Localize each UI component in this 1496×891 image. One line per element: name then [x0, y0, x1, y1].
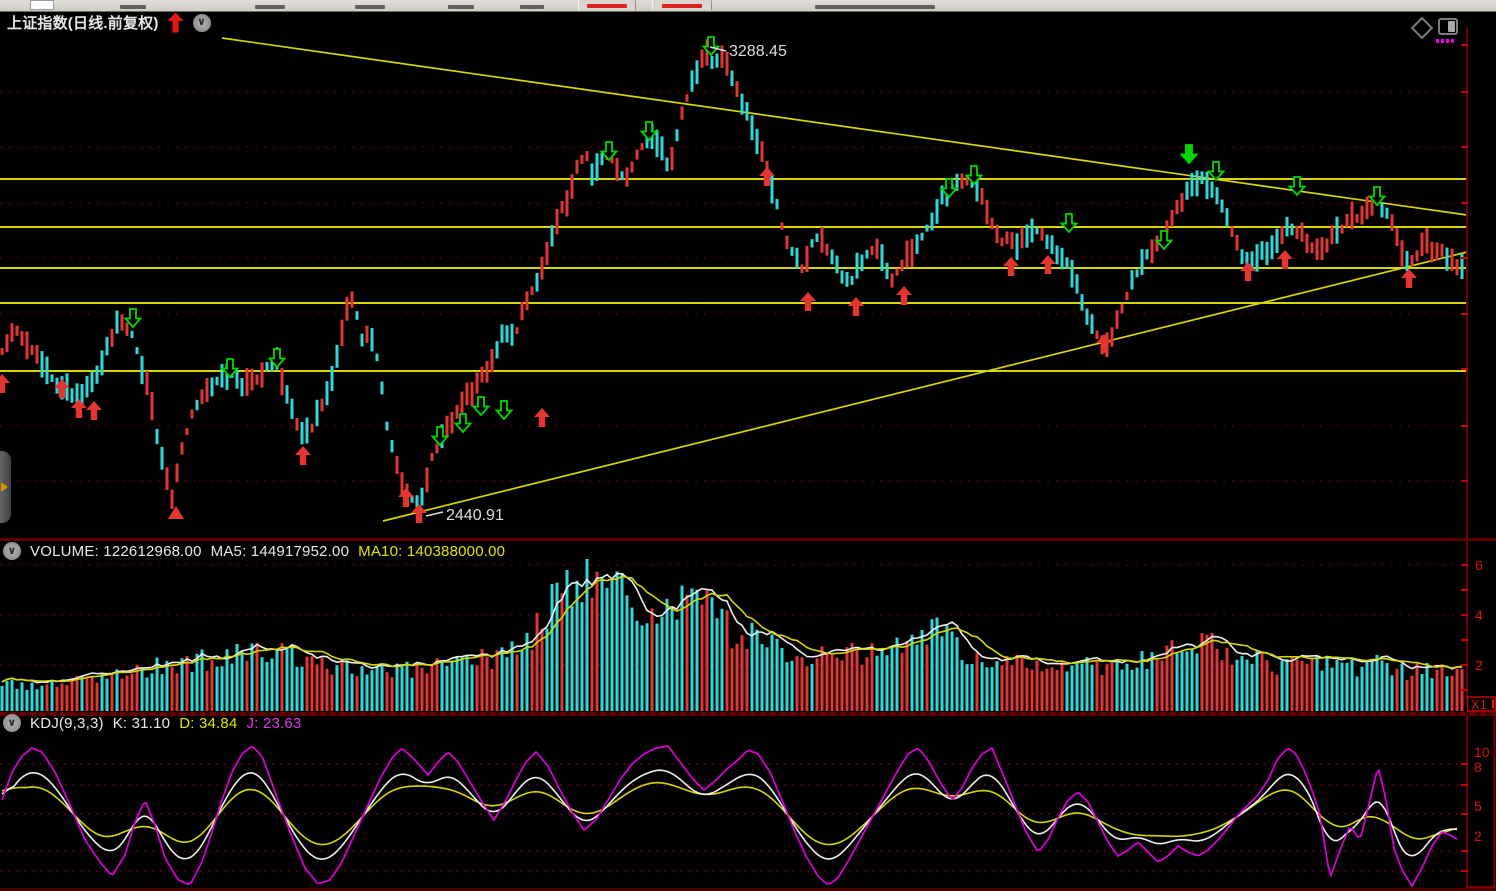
chart-canvas[interactable]: 3288.45 2440.91 6 4 2 X1 108 5 2	[0, 0, 1496, 891]
kdj-right-axis: 108 5 2	[1461, 715, 1495, 887]
toolbar-menu-fragment	[448, 5, 474, 9]
svg-text:2: 2	[1475, 657, 1483, 673]
price-annotations: 3288.45 2440.91	[426, 43, 787, 524]
toolbar-menu-fragment	[255, 5, 285, 9]
bottom-triangle-marker	[168, 506, 184, 519]
buy-signal-arrows	[0, 167, 1417, 523]
toolbar-menu-fragment	[815, 5, 935, 9]
top-toolbar-clipped[interactable]	[0, 0, 1496, 12]
magenta-dots-indicator	[1436, 39, 1454, 43]
main-chart-title: 上证指数(日线.前复权)	[7, 12, 159, 33]
svg-text:8: 8	[1474, 759, 1482, 775]
kdj-k-label: K: 31.10	[113, 715, 170, 732]
kdj-d-label: D: 34.84	[179, 715, 237, 732]
side-drawer-handle[interactable]	[0, 451, 11, 523]
svg-text:4: 4	[1475, 607, 1483, 623]
drawer-arrow-icon	[1, 482, 8, 492]
volume-value-label: VOLUME: 122612968.00	[30, 543, 202, 560]
svg-text:2440.91: 2440.91	[446, 507, 504, 524]
red-up-arrow-icon	[168, 13, 184, 33]
svg-text:3288.45: 3288.45	[729, 43, 787, 60]
svg-text:5: 5	[1474, 798, 1482, 814]
collapse-chevron-icon[interactable]: ∨	[193, 14, 211, 32]
volume-right-axis: 6 4 2 X1	[1461, 541, 1496, 712]
svg-text:2: 2	[1474, 828, 1482, 844]
toolbar-menu-fragment	[120, 5, 146, 9]
trading-app-window: 3288.452440.91642X110852 上证指数(日线.前复权) ∨ …	[0, 0, 1496, 891]
diamond-marker-icon[interactable]	[1411, 17, 1434, 40]
toolbar-red-button[interactable]	[652, 0, 712, 10]
collapse-chevron-icon[interactable]: ∨	[3, 542, 21, 560]
split-panel-icon[interactable]	[1438, 18, 1458, 35]
toolbar-menu-fragment	[355, 5, 385, 9]
toolbar-red-button[interactable]	[578, 0, 636, 10]
svg-text:X1: X1	[1471, 697, 1487, 712]
main-trendlines	[222, 38, 1467, 521]
main-gridlines	[0, 92, 1467, 481]
volume-bars-layer	[1, 559, 1464, 711]
volume-ma10-label: MA10: 140388000.00	[358, 543, 505, 560]
kdj-j-label: J: 23.63	[247, 715, 302, 732]
volume-ma5-label: MA5: 144917952.00	[211, 543, 350, 560]
kdj-name-label: KDJ(9,3,3)	[30, 715, 104, 732]
svg-text:10: 10	[1474, 744, 1490, 760]
pane-separator[interactable]	[0, 538, 1496, 541]
collapse-chevron-icon[interactable]: ∨	[3, 714, 21, 732]
toolbar-menu-fragment	[520, 5, 544, 9]
svg-text:6: 6	[1475, 557, 1483, 573]
main-right-axis	[1461, 28, 1468, 538]
sell-signal-arrows	[126, 37, 1385, 445]
toolbar-logo-fragment	[30, 0, 54, 10]
